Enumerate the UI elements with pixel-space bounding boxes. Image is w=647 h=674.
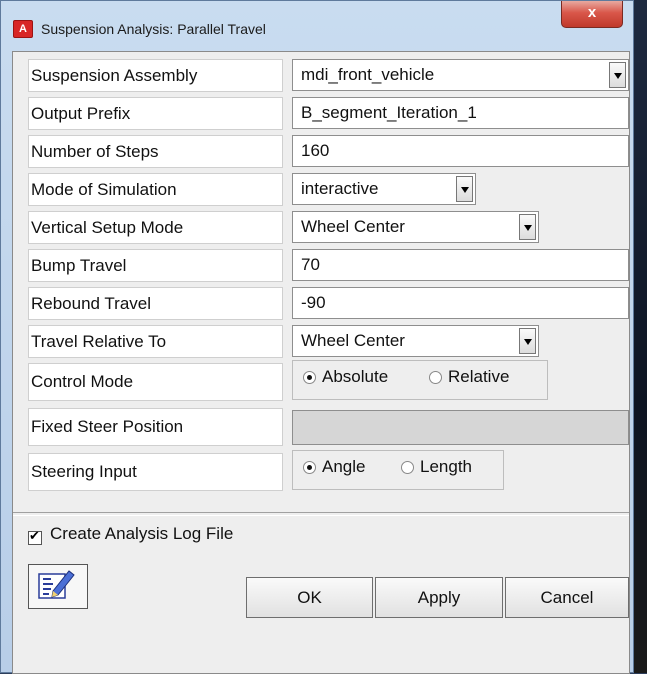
travel-relative-to-value: Wheel Center — [301, 331, 405, 350]
mode-of-simulation-value: interactive — [301, 179, 379, 198]
control-mode-relative-radio[interactable] — [429, 371, 442, 384]
control-mode-absolute-label[interactable]: Absolute — [322, 367, 388, 387]
steering-input-length-radio[interactable] — [401, 461, 414, 474]
cancel-button[interactable]: Cancel — [505, 577, 629, 618]
mode-of-simulation-label: Mode of Simulation — [28, 173, 283, 206]
create-log-checkbox[interactable] — [28, 528, 42, 545]
apply-button[interactable]: Apply — [375, 577, 503, 618]
bump-travel-label: Bump Travel — [28, 249, 283, 282]
app-icon: A — [13, 20, 33, 38]
vertical-setup-mode-label: Vertical Setup Mode — [28, 211, 283, 244]
steering-input-angle-label[interactable]: Angle — [322, 457, 365, 477]
steering-input-label: Steering Input — [28, 453, 283, 491]
vertical-setup-mode-value: Wheel Center — [301, 217, 405, 236]
create-log-label[interactable]: Create Analysis Log File — [50, 524, 233, 544]
window-title: Suspension Analysis: Parallel Travel — [41, 21, 266, 37]
number-of-steps-label: Number of Steps — [28, 135, 283, 168]
fixed-steer-position-input — [292, 410, 629, 445]
title-bar[interactable]: A Suspension Analysis: Parallel Travel x — [1, 1, 633, 51]
edit-table-button[interactable] — [28, 564, 88, 609]
separator — [13, 512, 629, 516]
chevron-down-icon[interactable] — [609, 62, 626, 88]
steering-input-length-label[interactable]: Length — [420, 457, 472, 477]
edit-table-icon — [38, 570, 75, 599]
steering-input-radio-group: Angle Length — [292, 450, 504, 490]
suspension-assembly-dropdown[interactable]: mdi_front_vehicle — [292, 59, 629, 91]
output-prefix-label: Output Prefix — [28, 97, 283, 130]
rebound-travel-input[interactable]: -90 — [292, 287, 629, 319]
control-mode-label: Control Mode — [28, 363, 283, 401]
close-button[interactable]: x — [561, 1, 623, 28]
travel-relative-to-label: Travel Relative To — [28, 325, 283, 358]
control-mode-absolute-radio[interactable] — [303, 371, 316, 384]
mode-of-simulation-dropdown[interactable]: interactive — [292, 173, 476, 205]
travel-relative-to-dropdown[interactable]: Wheel Center — [292, 325, 539, 357]
chevron-down-icon[interactable] — [519, 328, 536, 354]
control-mode-radio-group: Absolute Relative — [292, 360, 548, 400]
fixed-steer-position-label: Fixed Steer Position — [28, 408, 283, 446]
dialog-body: Suspension Assembly mdi_front_vehicle Ou… — [12, 51, 630, 674]
bump-travel-input[interactable]: 70 — [292, 249, 629, 281]
rebound-travel-label: Rebound Travel — [28, 287, 283, 320]
steering-input-angle-radio[interactable] — [303, 461, 316, 474]
chevron-down-icon[interactable] — [519, 214, 536, 240]
chevron-down-icon[interactable] — [456, 176, 473, 202]
control-mode-relative-label[interactable]: Relative — [448, 367, 509, 387]
vertical-setup-mode-dropdown[interactable]: Wheel Center — [292, 211, 539, 243]
ok-button[interactable]: OK — [246, 577, 373, 618]
dialog-window: A Suspension Analysis: Parallel Travel x… — [0, 0, 634, 674]
suspension-assembly-value: mdi_front_vehicle — [301, 65, 435, 84]
output-prefix-input[interactable]: B_segment_Iteration_1 — [292, 97, 629, 129]
number-of-steps-input[interactable]: 160 — [292, 135, 629, 167]
desktop-background — [632, 0, 647, 673]
suspension-assembly-label: Suspension Assembly — [28, 59, 283, 92]
